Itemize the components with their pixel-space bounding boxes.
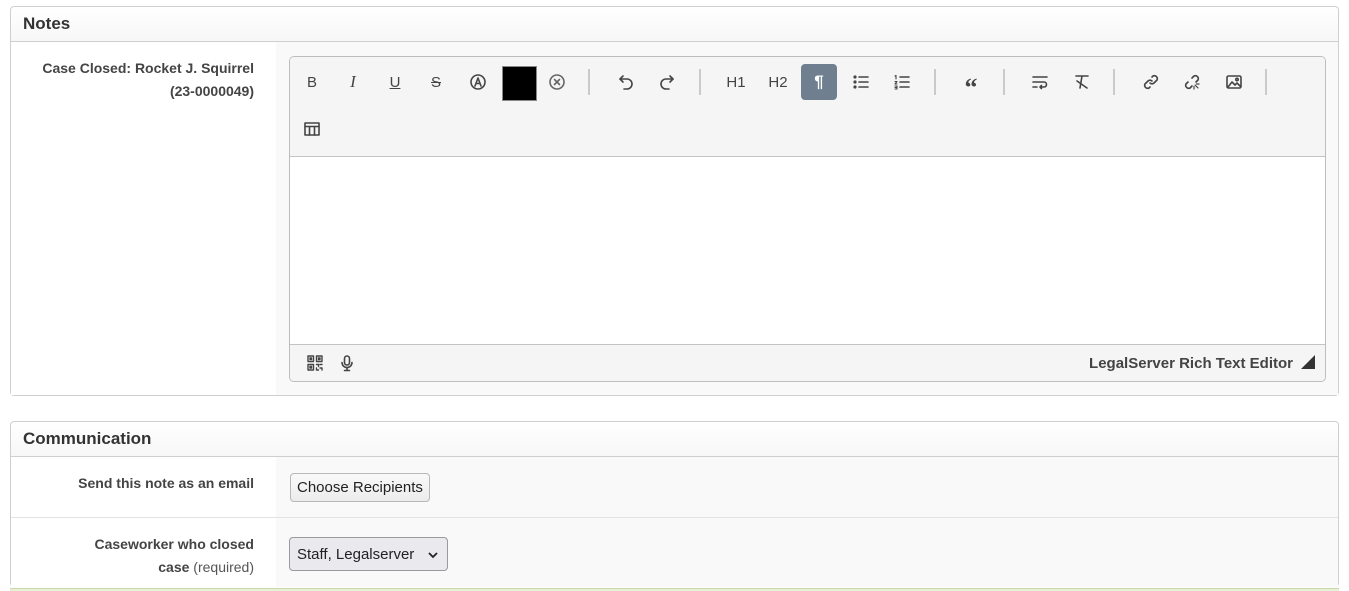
caseworker-select-value: Staff, Legalserver [297,545,415,563]
microphone-icon [341,355,353,372]
resize-handle-icon[interactable] [1301,355,1315,369]
underline-icon: U [389,73,401,91]
notes-row: Case Closed: Rocket J. Squirrel (23-0000… [11,42,1338,395]
clear-formatting-icon [1075,75,1089,89]
bold-button[interactable]: B [294,64,330,100]
insert-link-button[interactable] [1133,64,1169,100]
caseworker-select[interactable]: Staff, Legalserver [289,537,448,571]
clear-formatting-button[interactable] [1064,64,1100,100]
email-label: Send this note as an email [11,457,276,517]
editor-toolbar: B I U S H1 H2 ¶ “ [290,57,1325,157]
required-indicator: (required) [193,559,254,575]
toolbar-separator [934,69,936,95]
text-color-button[interactable] [460,64,496,100]
qr-code-icon [307,355,323,371]
heading2-button[interactable]: H2 [760,64,796,100]
toolbar-separator [1003,69,1005,95]
undo-icon [619,75,633,90]
email-row: Send this note as an email Choose Recipi… [11,457,1338,518]
notes-panel: Notes Case Closed: Rocket J. Squirrel (2… [10,6,1339,396]
image-icon [1226,75,1242,89]
numbered-list-button[interactable] [884,64,920,100]
notes-panel-title: Notes [11,7,1338,42]
clear-color-button[interactable] [539,64,575,100]
text-wrap-icon [1032,76,1048,90]
bold-icon: B [306,73,317,91]
strikethrough-button[interactable]: S [418,64,454,100]
text-color-icon [470,74,486,90]
blockquote-button[interactable]: “ [953,64,989,102]
underline-button[interactable]: U [377,64,413,100]
toolbar-separator [1265,69,1267,95]
bullet-list-icon [853,75,869,89]
link-icon [1143,74,1159,90]
communication-panel-title: Communication [11,422,1338,457]
strikethrough-icon: S [430,73,441,91]
quote-icon: “ [964,73,978,102]
caseworker-label-line1: Caseworker who closed [94,536,254,552]
caseworker-label-line2: case (required) [11,556,254,579]
choose-recipients-button[interactable]: Choose Recipients [290,473,430,502]
toolbar-separator [588,69,590,95]
unlink-icon [1184,74,1200,90]
paragraph-button[interactable]: ¶ [801,64,837,100]
caseworker-label: Caseworker who closed case (required) [11,518,276,587]
heading1-button[interactable]: H1 [718,64,754,100]
insert-table-button[interactable] [294,111,330,147]
table-icon [304,122,320,136]
email-field [276,457,1338,517]
bullet-list-button[interactable] [843,64,879,100]
dictation-button[interactable] [330,346,364,380]
insert-image-button[interactable] [1216,64,1252,100]
editor-statusbar: LegalServer Rich Text Editor [290,344,1325,381]
redo-button[interactable] [649,64,685,100]
chevron-down-icon [428,552,438,559]
text-color-swatch[interactable] [502,66,537,101]
toolbar-separator [699,69,701,95]
italic-button[interactable]: I [335,64,371,100]
toolbar-separator [1113,69,1115,95]
text-wrap-button[interactable] [1022,64,1058,100]
notes-label-line1: Case Closed: Rocket J. Squirrel [42,60,254,76]
qr-code-button[interactable] [298,346,332,380]
editor-content-area[interactable] [290,157,1325,345]
redo-icon [660,75,674,90]
notes-field-label: Case Closed: Rocket J. Squirrel (23-0000… [11,42,276,395]
italic-icon: I [350,72,356,91]
numbered-list-icon [894,74,910,90]
heading1-icon: H1 [726,73,746,91]
clear-color-icon [549,74,565,90]
editor-brand-label: LegalServer Rich Text Editor [1089,355,1293,372]
unlink-button[interactable] [1174,64,1210,100]
caseworker-label-case: case [158,559,190,575]
notes-label-line2: (23-0000049) [169,83,254,99]
rich-text-editor: B I U S H1 H2 ¶ “ LegalServer Rich Text … [289,56,1326,382]
communication-panel: Communication Send this note as an email… [10,421,1339,587]
undo-button[interactable] [608,64,644,100]
caseworker-row: Caseworker who closed case (required) St… [11,518,1338,587]
heading2-icon: H2 [768,73,788,91]
paragraph-icon: ¶ [814,72,824,91]
